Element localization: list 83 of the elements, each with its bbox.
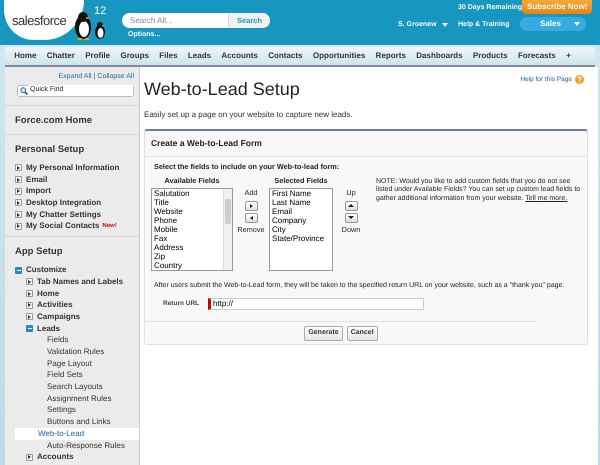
return-url-field[interactable]: http:// [208, 298, 424, 310]
tree-item[interactable]: Tab Names and Labels [5, 276, 139, 288]
caret-icon [442, 23, 448, 28]
collapse-icon[interactable] [15, 266, 22, 274]
tree-item[interactable]: Field Sets [5, 370, 139, 382]
search-icon [20, 86, 28, 94]
list-option[interactable]: Website [152, 206, 223, 216]
panel-title: Create a Web-to-Lead Form [145, 131, 587, 157]
version-number: 12 [94, 4, 106, 19]
caret-icon [574, 22, 580, 26]
list-option[interactable]: City [270, 224, 332, 234]
tree-item[interactable]: Desktop Integration [5, 197, 139, 209]
tree-item[interactable]: Buttons and Links [5, 416, 139, 428]
tree-item[interactable]: Accounts [5, 451, 139, 464]
nav-tab[interactable]: Files [154, 48, 183, 64]
expand-icon[interactable] [26, 290, 33, 298]
collapse-icon[interactable] [26, 325, 33, 332]
nav-tab[interactable]: Reports [370, 48, 412, 64]
list-option[interactable]: Salutation [152, 188, 223, 198]
list-option[interactable]: State/Province [270, 234, 332, 243]
intro-text: Easily set up a page on your website to capture new leads. [144, 109, 354, 121]
logo: salesforce [4, 0, 84, 40]
move-down-button[interactable] [344, 212, 358, 223]
nav-tab[interactable]: Products [468, 48, 513, 64]
scrollbar[interactable] [223, 188, 232, 270]
tree-item[interactable]: Validation Rules [5, 346, 139, 358]
expand-icon[interactable] [15, 164, 22, 172]
page-title: Web-to-Lead Setup [144, 78, 300, 101]
expand-icon[interactable] [26, 302, 33, 309]
nav-tab[interactable]: Forecasts [512, 48, 561, 64]
expand-icon[interactable] [26, 454, 33, 461]
nav-tab[interactable]: Groups [115, 48, 154, 64]
nav-tab[interactable]: Accounts [216, 48, 264, 64]
expand-icon[interactable] [15, 199, 22, 206]
list-option[interactable]: Zip [152, 252, 223, 261]
add-button[interactable] [244, 200, 258, 211]
nav-tab[interactable]: Chatter [42, 48, 80, 64]
list-box[interactable]: Salutation Title Website Phone Mobile Fax Address Zip Country [151, 188, 233, 271]
nav-tab[interactable]: Dashboards [411, 48, 468, 64]
tree-item[interactable]: Email [5, 174, 139, 186]
expand-icon[interactable] [15, 188, 22, 195]
tree-item[interactable]: My Personal Information [5, 162, 139, 174]
tree-item[interactable]: Search Layouts [5, 381, 139, 393]
list-option[interactable]: Mobile [152, 224, 223, 234]
tree-item[interactable]: Fields [5, 334, 139, 346]
tree-item[interactable]: My Chatter Settings [5, 208, 139, 220]
list-option[interactable]: First Name [270, 188, 332, 198]
tree-item[interactable]: Assignment Rules [5, 392, 139, 405]
section-title[interactable]: App Setup [5, 245, 139, 260]
tree-item[interactable]: Leads [5, 322, 139, 334]
nav-tab[interactable]: Home [9, 48, 42, 64]
list-option[interactable]: Fax [152, 234, 223, 243]
tree-item[interactable]: Home [5, 288, 139, 300]
tree-item[interactable]: Customize [5, 264, 139, 276]
list-option[interactable]: Company [270, 216, 332, 225]
nav-tab[interactable]: Opportunities [308, 48, 370, 64]
nav-tab[interactable]: Leads [182, 48, 216, 64]
section-title[interactable]: Force.com Home [5, 114, 139, 128]
tree-item[interactable]: Import [5, 185, 139, 198]
list-option[interactable]: Title [152, 198, 223, 207]
expand-icon[interactable] [15, 222, 22, 230]
tree-item[interactable]: Web-to-Lead [15, 428, 139, 440]
list-option[interactable]: Email [270, 206, 332, 216]
expand-icon[interactable] [15, 211, 22, 218]
tree-item[interactable]: Auto-Response Rules [5, 440, 139, 452]
expand-icon[interactable] [15, 176, 22, 184]
list-option[interactable]: Last Name [270, 198, 332, 207]
move-up-button[interactable] [344, 200, 358, 211]
nav-tab[interactable]: Profile [80, 48, 116, 64]
list-option[interactable]: Country [152, 260, 223, 270]
list-box[interactable]: First Name Last Name Email Company City State/Province [269, 188, 333, 271]
tree-item[interactable]: Page Layout [5, 358, 139, 370]
tree-item[interactable]: Campaigns [5, 311, 139, 323]
tree-item[interactable]: Settings [5, 404, 139, 416]
remove-button[interactable] [244, 212, 258, 223]
tree-item[interactable]: Activities [5, 299, 139, 312]
nav-tab[interactable]: + [560, 48, 576, 64]
expand-icon[interactable] [26, 278, 33, 286]
list-option[interactable]: Address [152, 242, 223, 252]
nav-tab[interactable]: Contacts [263, 48, 308, 64]
list-option[interactable]: Phone [152, 216, 223, 225]
section-title[interactable]: Personal Setup [5, 142, 139, 157]
expand-icon[interactable] [26, 313, 33, 320]
